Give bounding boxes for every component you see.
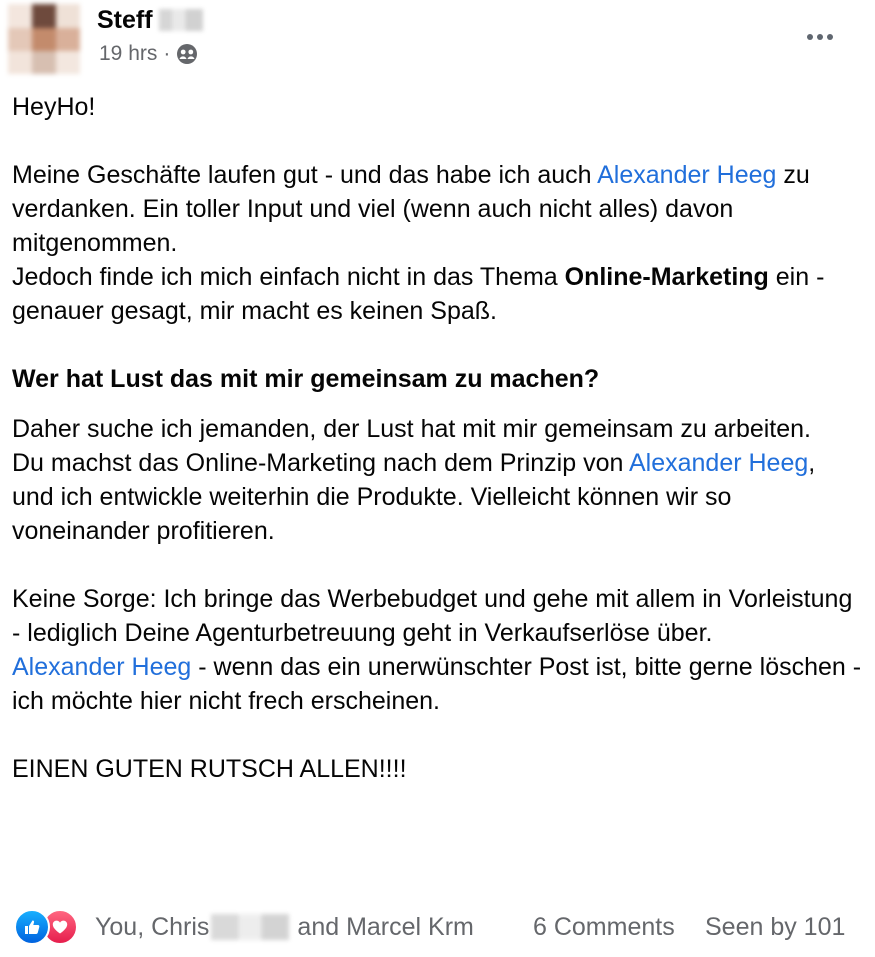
more-options-icon bbox=[807, 34, 813, 40]
like-reaction-icon bbox=[14, 909, 50, 945]
post-meta: 19 hrs · bbox=[99, 42, 198, 66]
author-avatar[interactable] bbox=[8, 4, 80, 74]
paragraph-4: Du machst das Online-Marketing nach dem … bbox=[12, 446, 862, 548]
reactors-list[interactable]: You, Chris and Marcel Krm bbox=[95, 909, 474, 945]
paragraph-1: Meine Geschäfte laufen gut - und das hab… bbox=[12, 158, 862, 260]
comments-count-link[interactable]: 6 Comments bbox=[533, 909, 675, 945]
mention-alexander-heeg[interactable]: Alexander Heeg bbox=[629, 449, 808, 477]
redacted-surname bbox=[158, 9, 203, 31]
redacted-name bbox=[211, 914, 290, 940]
mention-alexander-heeg[interactable]: Alexander Heeg bbox=[12, 653, 191, 681]
post-header: Steff 19 hrs · bbox=[0, 0, 875, 80]
greeting: HeyHo! bbox=[12, 93, 96, 121]
paragraph-5: Keine Sorge: Ich bringe das Werbebudget … bbox=[12, 585, 853, 647]
more-options-button[interactable] bbox=[796, 20, 844, 54]
paragraph-6: Alexander Heeg - wenn das ein unerwünsch… bbox=[12, 650, 862, 718]
group-audience-icon[interactable] bbox=[176, 43, 198, 65]
bold-text: Online-Marketing bbox=[564, 263, 769, 291]
text: Jedoch finde ich mich einfach nicht in d… bbox=[12, 263, 565, 291]
mention-alexander-heeg[interactable]: Alexander Heeg bbox=[597, 161, 776, 189]
more-dot bbox=[817, 34, 823, 40]
post-timestamp[interactable]: 19 hrs bbox=[99, 42, 157, 66]
paragraph-3: Daher suche ich jemanden, der Lust hat m… bbox=[12, 415, 811, 443]
post-heading: Wer hat Lust das mit mir gemeinsam zu ma… bbox=[12, 365, 600, 393]
reactors-text: You, Chris bbox=[95, 912, 210, 941]
closing-line: EINEN GUTEN RUTSCH ALLEN!!!! bbox=[12, 755, 407, 783]
seen-by-count[interactable]: Seen by 101 bbox=[705, 909, 845, 945]
meta-separator: · bbox=[163, 42, 171, 65]
reactors-text: and Marcel Krm bbox=[297, 912, 474, 941]
more-dot bbox=[827, 34, 833, 40]
author-name-row: Steff bbox=[97, 5, 203, 35]
text: Meine Geschäfte laufen gut - und das hab… bbox=[12, 161, 598, 189]
paragraph-2: Jedoch finde ich mich einfach nicht in d… bbox=[12, 260, 862, 328]
post-body: HeyHo! Meine Geschäfte laufen gut - und … bbox=[12, 90, 862, 786]
text: Du machst das Online-Marketing nach dem … bbox=[12, 449, 629, 477]
author-name[interactable]: Steff bbox=[97, 6, 153, 35]
reactions-summary[interactable] bbox=[14, 909, 80, 945]
